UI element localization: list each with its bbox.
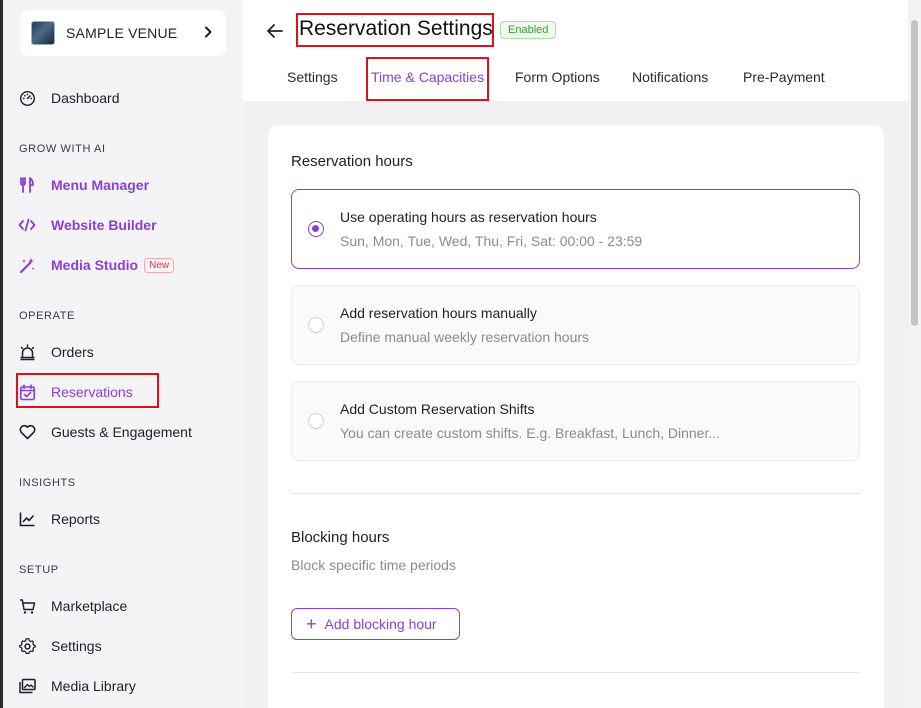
sidebar-item-media-studio[interactable]: Media Studio New <box>18 251 175 279</box>
option-subtitle: Define manual weekly reservation hours <box>340 329 590 345</box>
line-chart-icon <box>18 510 36 528</box>
sidebar-item-marketplace[interactable]: Marketplace <box>18 592 127 620</box>
utensils-icon <box>18 176 36 194</box>
option-title: Use operating hours as reservation hours <box>340 209 597 225</box>
add-blocking-hour-button[interactable]: + Add blocking hour <box>291 608 460 640</box>
sidebar-item-label: Menu Manager <box>51 177 150 193</box>
sidebar-item-menu-manager[interactable]: Menu Manager <box>18 171 149 199</box>
alarm-bell-icon <box>18 343 36 361</box>
code-icon <box>18 216 36 234</box>
venue-switcher[interactable]: SAMPLE VENUE <box>20 10 226 56</box>
sidebar-item-guests[interactable]: Guests & Engagement <box>18 418 192 446</box>
tab-form-options[interactable]: Form Options <box>515 69 600 85</box>
sidebar-item-dashboard[interactable]: Dashboard <box>18 84 120 112</box>
radio-unselected[interactable] <box>308 317 324 333</box>
section-header-operate: OPERATE <box>19 310 75 322</box>
sidebar-item-label: Orders <box>51 344 94 360</box>
sidebar-item-label: Guests & Engagement <box>51 424 192 440</box>
sidebar-item-label: Media Studio <box>51 257 139 273</box>
tab-settings[interactable]: Settings <box>287 69 338 85</box>
sidebar-item-label: Reports <box>51 511 101 527</box>
gear-icon <box>18 637 36 655</box>
blocking-hours-heading: Blocking hours <box>291 529 390 546</box>
sidebar-item-label: Settings <box>51 638 102 654</box>
option-title: Add reservation hours manually <box>340 305 537 321</box>
sidebar-item-settings[interactable]: Settings <box>18 632 102 660</box>
option-operating-hours[interactable]: Use operating hours as reservation hours… <box>291 189 860 269</box>
section-divider <box>291 672 860 673</box>
option-manual-hours[interactable]: Add reservation hours manually Define ma… <box>291 285 860 365</box>
sidebar-item-reports[interactable]: Reports <box>18 505 100 533</box>
section-header-insights: INSIGHTS <box>19 477 76 489</box>
scrollbar-thumb[interactable] <box>911 20 918 326</box>
tab-notifications[interactable]: Notifications <box>632 69 708 85</box>
venue-name: SAMPLE VENUE <box>66 25 178 41</box>
time-capacities-card: Reservation hours Use operating hours as… <box>268 125 884 708</box>
sidebar-item-orders[interactable]: Orders <box>18 338 94 366</box>
option-subtitle: You can create custom shifts. E.g. Break… <box>340 425 721 441</box>
image-gallery-icon <box>18 677 36 695</box>
status-badge: Enabled <box>500 21 557 39</box>
scrollbar[interactable] <box>908 0 921 708</box>
option-subtitle: Sun, Mon, Tue, Wed, Thu, Fri, Sat: 00:00… <box>340 233 643 249</box>
tab-pre-payment[interactable]: Pre-Payment <box>743 69 825 85</box>
sidebar-item-label: Media Library <box>51 678 136 694</box>
sidebar: SAMPLE VENUE Dashboard GROW WITH AI Menu… <box>3 0 243 708</box>
sidebar-item-website-builder[interactable]: Website Builder <box>18 211 157 239</box>
back-arrow-icon[interactable] <box>265 21 285 41</box>
annotation-highlight-title <box>296 13 494 47</box>
blocking-hours-subtitle: Block specific time periods <box>291 557 456 573</box>
heart-icon <box>18 423 36 441</box>
radio-selected[interactable] <box>308 221 324 237</box>
dashboard-gauge-icon <box>18 89 36 107</box>
sidebar-item-label: Marketplace <box>51 598 128 614</box>
radio-unselected[interactable] <box>308 413 324 429</box>
option-title: Add Custom Reservation Shifts <box>340 401 535 417</box>
section-header-grow: GROW WITH AI <box>19 143 106 155</box>
sidebar-item-label: Website Builder <box>51 217 157 233</box>
add-blocking-hour-label: Add blocking hour <box>324 616 437 632</box>
section-divider <box>291 493 860 494</box>
page-header: Reservation Settings Enabled Settings Ti… <box>243 0 908 101</box>
chevron-right-icon <box>205 26 212 38</box>
shopping-cart-icon <box>18 597 36 615</box>
section-header-setup: SETUP <box>19 564 59 576</box>
reservation-hours-heading: Reservation hours <box>291 153 413 170</box>
sidebar-item-media-library[interactable]: Media Library <box>18 672 136 700</box>
annotation-highlight-reservations <box>16 373 159 408</box>
new-badge: New <box>144 257 175 273</box>
annotation-highlight-active-tab <box>366 57 489 101</box>
magic-wand-icon <box>18 256 36 274</box>
option-custom-shifts[interactable]: Add Custom Reservation Shifts You can cr… <box>291 381 860 461</box>
plus-icon: + <box>306 614 317 634</box>
venue-thumbnail <box>31 21 55 45</box>
sidebar-item-label: Dashboard <box>51 90 120 106</box>
